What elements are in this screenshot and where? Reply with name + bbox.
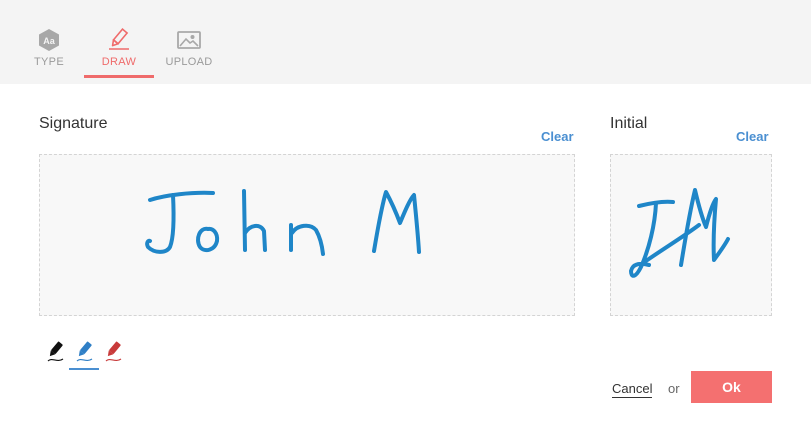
red-pen-icon[interactable] [102, 340, 124, 364]
signature-drawing-pad[interactable] [39, 154, 575, 316]
blue-pen-icon[interactable] [73, 340, 95, 364]
initial-clear-button[interactable]: Clear [736, 129, 769, 144]
tab-draw-label: DRAW [101, 56, 137, 68]
black-pen-icon[interactable] [44, 340, 66, 364]
text-type-icon: Aa [39, 29, 59, 51]
signature-ink-strokes [145, 189, 421, 256]
mode-tab-bar: Aa TYPE DRAW UPLOAD [0, 0, 811, 84]
initial-title: Initial [610, 115, 648, 132]
initial-drawing-pad[interactable] [610, 154, 772, 316]
tab-type[interactable]: Aa TYPE [19, 26, 79, 78]
ok-button[interactable]: Ok [691, 371, 772, 403]
svg-text:Aa: Aa [43, 36, 55, 46]
signature-clear-button[interactable]: Clear [541, 129, 574, 144]
tab-upload[interactable]: UPLOAD [159, 26, 219, 78]
or-separator: or [668, 381, 680, 396]
initial-ink-strokes [629, 188, 730, 278]
cancel-link[interactable]: Cancel [612, 381, 653, 398]
pencil-draw-icon [109, 28, 129, 50]
tab-draw[interactable]: DRAW [89, 26, 149, 78]
selected-pen-indicator [69, 368, 99, 370]
active-tab-indicator [84, 75, 154, 78]
tab-type-label: TYPE [34, 56, 64, 68]
tab-upload-label: UPLOAD [165, 56, 213, 68]
image-upload-icon [177, 31, 201, 49]
signature-title: Signature [39, 115, 108, 132]
